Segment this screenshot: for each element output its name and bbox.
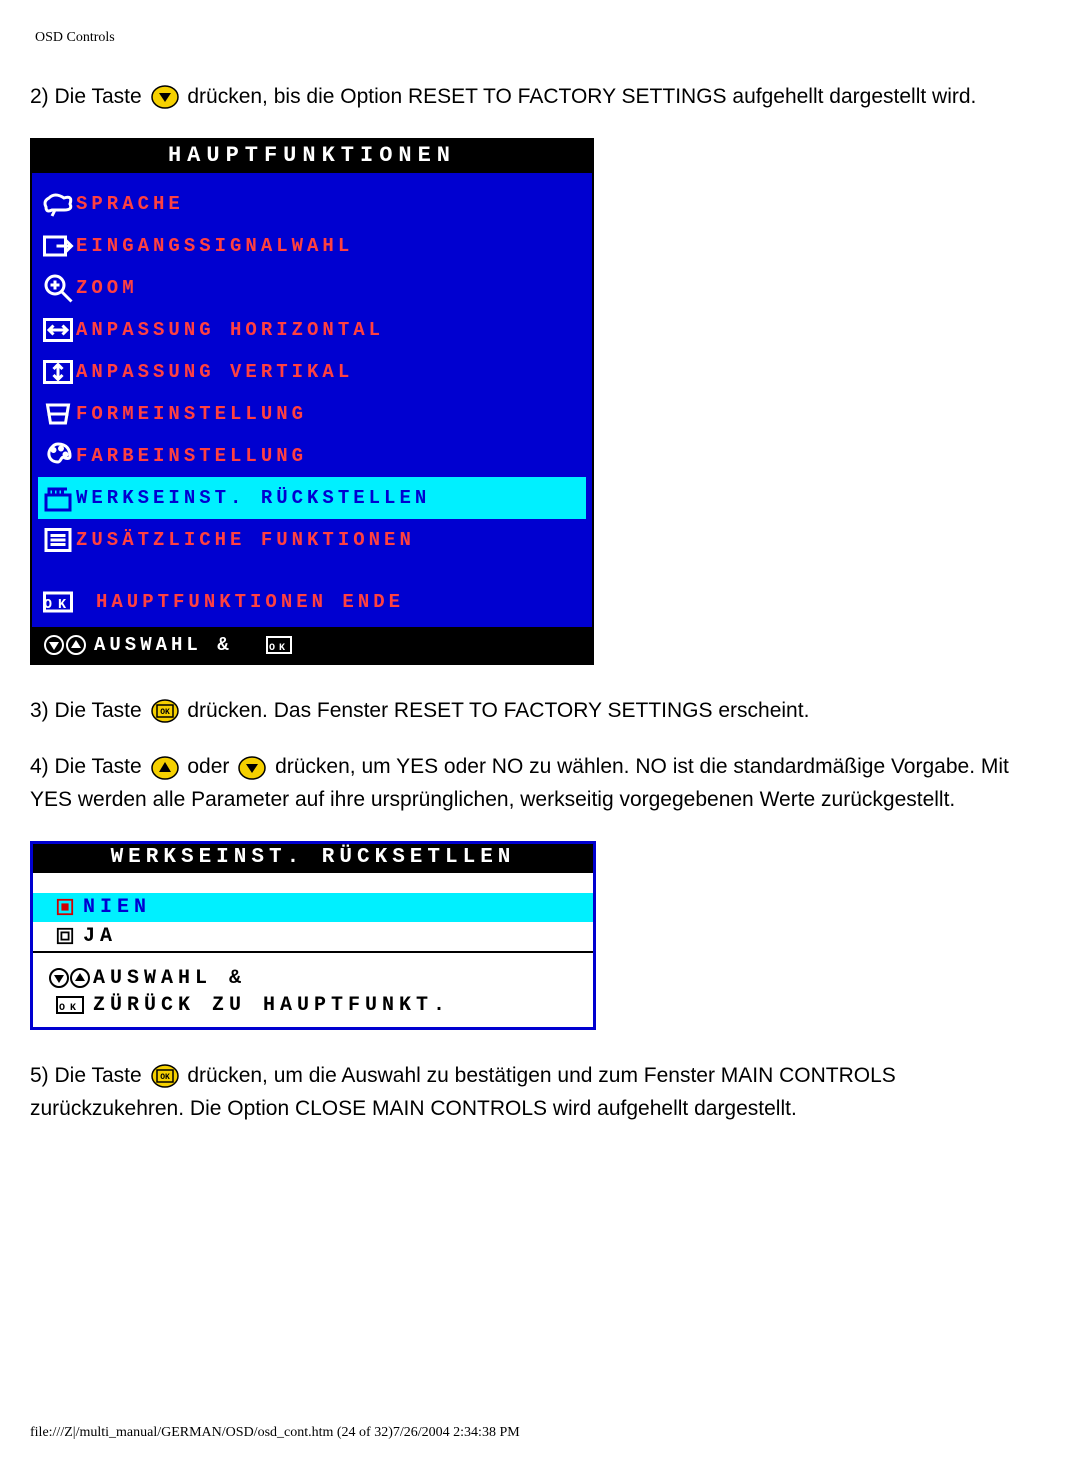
osd-reset-option-label: JA [83,925,117,948]
color-adjust-icon [40,438,76,474]
zoom-icon [40,270,76,306]
osd-close-label: HAUPTFUNKTIONEN ENDE [96,591,404,613]
ok-button-icon: OK [150,698,180,724]
ok-button-icon: OK [150,1063,180,1089]
osd-item-zoom[interactable]: ZOOM [38,267,586,309]
osd-item-label: FORMEINSTELLUNG [76,403,307,425]
osd-item-color[interactable]: FARBEINSTELLUNG [38,435,586,477]
svg-text:OK: OK [160,1073,170,1082]
osd-item-label: ZUSÄTZLICHE FUNKTIONEN [76,529,415,551]
osd-item-label: WERKSEINST. RÜCKSTELLEN [76,487,430,509]
factory-reset-icon [40,480,76,516]
osd-item-eingang[interactable]: EINGANGSSIGNALWAHL [38,225,586,267]
page-footer: file:///Z|/multi_manual/GERMAN/OSD/osd_c… [30,1425,1050,1441]
up-button-icon [150,755,180,781]
extra-features-icon [40,522,76,558]
osd-item-label: ANPASSUNG VERTIKAL [76,361,353,383]
instruction-step-3: 3) Die Taste OK drücken. Das Fenster RES… [30,695,1050,728]
osd-item-label: SPRACHE [76,193,184,215]
osd-item-form[interactable]: FORMEINSTELLUNG [38,393,586,435]
osd-item-sprache[interactable]: SPRACHE [38,183,586,225]
osd-item-label: FARBEINSTELLUNG [76,445,307,467]
osd-reset-option-label: NIEN [83,896,151,919]
osd-item-horizontal[interactable]: ANPASSUNG HORIZONTAL [38,309,586,351]
svg-text:OK: OK [59,1003,81,1014]
step4-text-before: 4) Die Taste [30,756,148,779]
step4-text-mid: oder [187,756,235,779]
osd-item-vertical[interactable]: ANPASSUNG VERTIKAL [38,351,586,393]
osd-reset-dialog: WERKSEINST. RÜCKSETLLEN NIEN JA AUSWAHL … [30,841,596,1030]
ok-icon: OK [47,994,93,1016]
down-button-icon [237,755,267,781]
osd-main-menu: HAUPTFUNKTIONEN SPRACHE EINGANGSSIGNALWA… [30,138,594,665]
page-header: OSD Controls [35,30,1050,46]
ok-icon: OK [251,635,307,655]
horizontal-adjust-icon [40,312,76,348]
step2-text-after: drücken, bis die Option RESET TO FACTORY… [187,85,976,108]
down-button-icon [150,84,180,110]
svg-text:OK: OK [269,643,289,654]
osd-footer: AUSWAHL & OK [32,627,592,663]
osd-reset-option-no[interactable]: NIEN [33,893,593,922]
osd-spacer [38,561,586,581]
step2-text-before: 2) Die Taste [30,85,148,108]
osd-reset-hint1: AUSWAHL & [93,967,246,990]
osd-reset-hint2: ZÜRÜCK ZU HAUPTFUNKT. [93,994,450,1017]
ok-icon: OK [40,584,76,620]
up-down-nav-icon [47,967,93,989]
osd-item-extra[interactable]: ZUSÄTZLICHE FUNKTIONEN [38,519,586,561]
instruction-step-5: 5) Die Taste OK drücken, um die Auswahl … [30,1060,1050,1125]
shape-adjust-icon [40,396,76,432]
step5-text-before: 5) Die Taste [30,1064,148,1087]
osd-reset-hints: AUSWAHL & OK ZÜRÜCK ZU HAUPTFUNKT. [33,951,593,1027]
up-down-nav-icon [38,633,94,657]
svg-text:OK: OK [44,598,72,613]
osd-item-factory-reset[interactable]: WERKSEINST. RÜCKSTELLEN [38,477,586,519]
step3-text-after: drücken. Das Fenster RESET TO FACTORY SE… [187,699,809,722]
osd-item-label: EINGANGSSIGNALWAHL [76,235,353,257]
radio-selected-icon [47,898,83,916]
vertical-adjust-icon [40,354,76,390]
instruction-step-4: 4) Die Taste oder drücken, um YES oder N… [30,751,1050,816]
osd-menu-title: HAUPTFUNKTIONEN [32,140,592,173]
input-select-icon [40,228,76,264]
osd-reset-option-yes[interactable]: JA [33,922,593,951]
language-icon [40,186,76,222]
osd-item-label: ZOOM [76,277,138,299]
step3-text-before: 3) Die Taste [30,699,148,722]
osd-item-label: ANPASSUNG HORIZONTAL [76,319,384,341]
osd-footer-label: AUSWAHL & [94,634,233,656]
svg-text:OK: OK [160,708,170,717]
osd-item-close[interactable]: OK HAUPTFUNKTIONEN ENDE [38,581,586,623]
osd-reset-title: WERKSEINST. RÜCKSETLLEN [33,844,593,873]
instruction-step-2: 2) Die Taste drücken, bis die Option RES… [30,81,1050,114]
radio-unselected-icon [47,927,83,945]
